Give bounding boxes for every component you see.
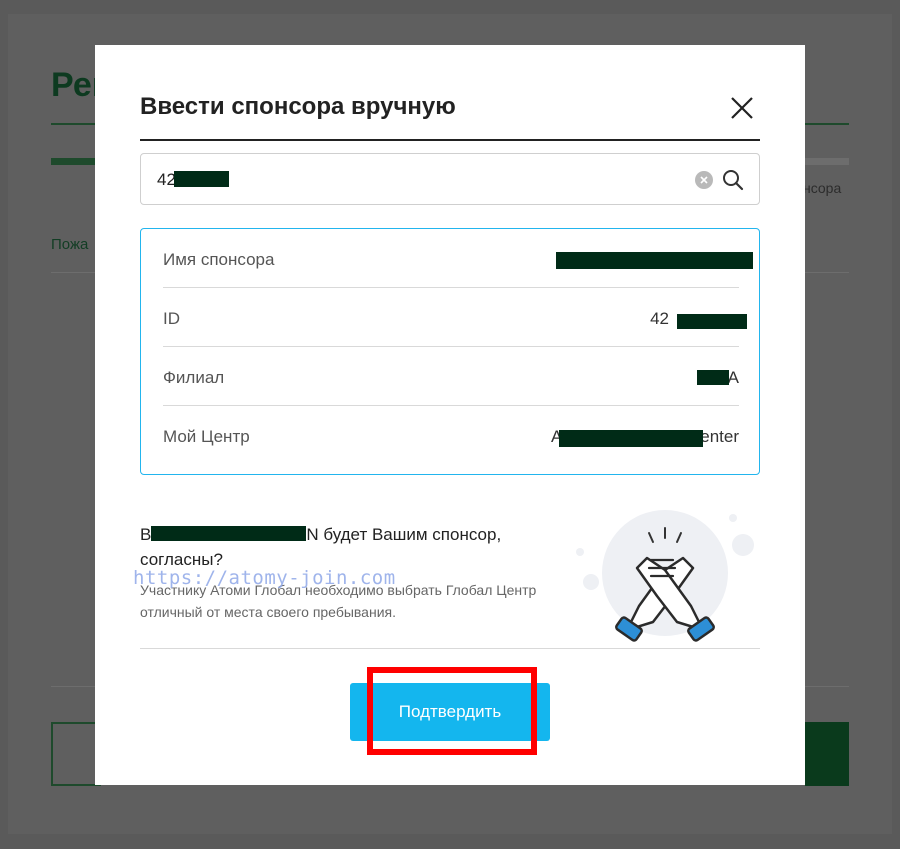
footer-rule bbox=[140, 648, 760, 649]
confirm-question-start: В bbox=[140, 525, 152, 544]
branch-label: Филиал bbox=[163, 368, 225, 387]
sponsor-search-field bbox=[140, 153, 760, 205]
close-button[interactable] bbox=[727, 93, 757, 123]
sponsor-name-label: Имя спонсора bbox=[163, 250, 275, 269]
step-label: нсора bbox=[803, 180, 842, 196]
title-rule bbox=[140, 139, 760, 141]
redaction-bar bbox=[559, 430, 703, 447]
redaction-bar bbox=[174, 171, 229, 187]
redaction-bar bbox=[151, 526, 307, 541]
handshake-illustration bbox=[565, 510, 765, 645]
info-row-sponsor-name: Имя спонсора bbox=[163, 229, 753, 288]
confirm-button[interactable]: Подтвердить bbox=[350, 683, 550, 741]
center-value-end: enter bbox=[700, 427, 739, 446]
redaction-bar bbox=[677, 314, 747, 329]
sponsor-info-panel: Имя спонсора ID 42 Филиал A Мой Центр A … bbox=[140, 228, 760, 475]
redaction-bar bbox=[697, 370, 729, 385]
center-label: Мой Центр bbox=[163, 427, 250, 446]
id-value: 42 bbox=[650, 309, 669, 328]
instruction-text: Пожа bbox=[51, 236, 89, 253]
progress-bar-active bbox=[51, 158, 96, 165]
back-button[interactable] bbox=[51, 722, 101, 786]
confirm-question: ВN будет Вашим спонсор, согласны? bbox=[140, 522, 540, 572]
info-row-center: Мой Центр A enter bbox=[163, 406, 739, 465]
branch-value: A bbox=[727, 368, 739, 387]
close-icon bbox=[731, 97, 753, 119]
progress-bar-track bbox=[805, 158, 849, 165]
sponsor-modal: Ввести спонсора вручную Имя спонсора bbox=[95, 45, 805, 785]
redaction-bar bbox=[556, 252, 753, 269]
handshake-icon bbox=[576, 510, 754, 642]
sponsor-search-input[interactable] bbox=[157, 166, 677, 194]
clear-icon[interactable] bbox=[695, 171, 713, 189]
info-row-branch: Филиал A bbox=[163, 347, 739, 406]
id-label: ID bbox=[163, 309, 180, 328]
next-button[interactable] bbox=[805, 722, 849, 786]
modal-title: Ввести спонсора вручную bbox=[140, 93, 456, 120]
watermark-url: https://atomy-join.com bbox=[133, 567, 396, 589]
search-icon[interactable] bbox=[721, 168, 745, 192]
info-row-id: ID 42 bbox=[163, 288, 747, 347]
